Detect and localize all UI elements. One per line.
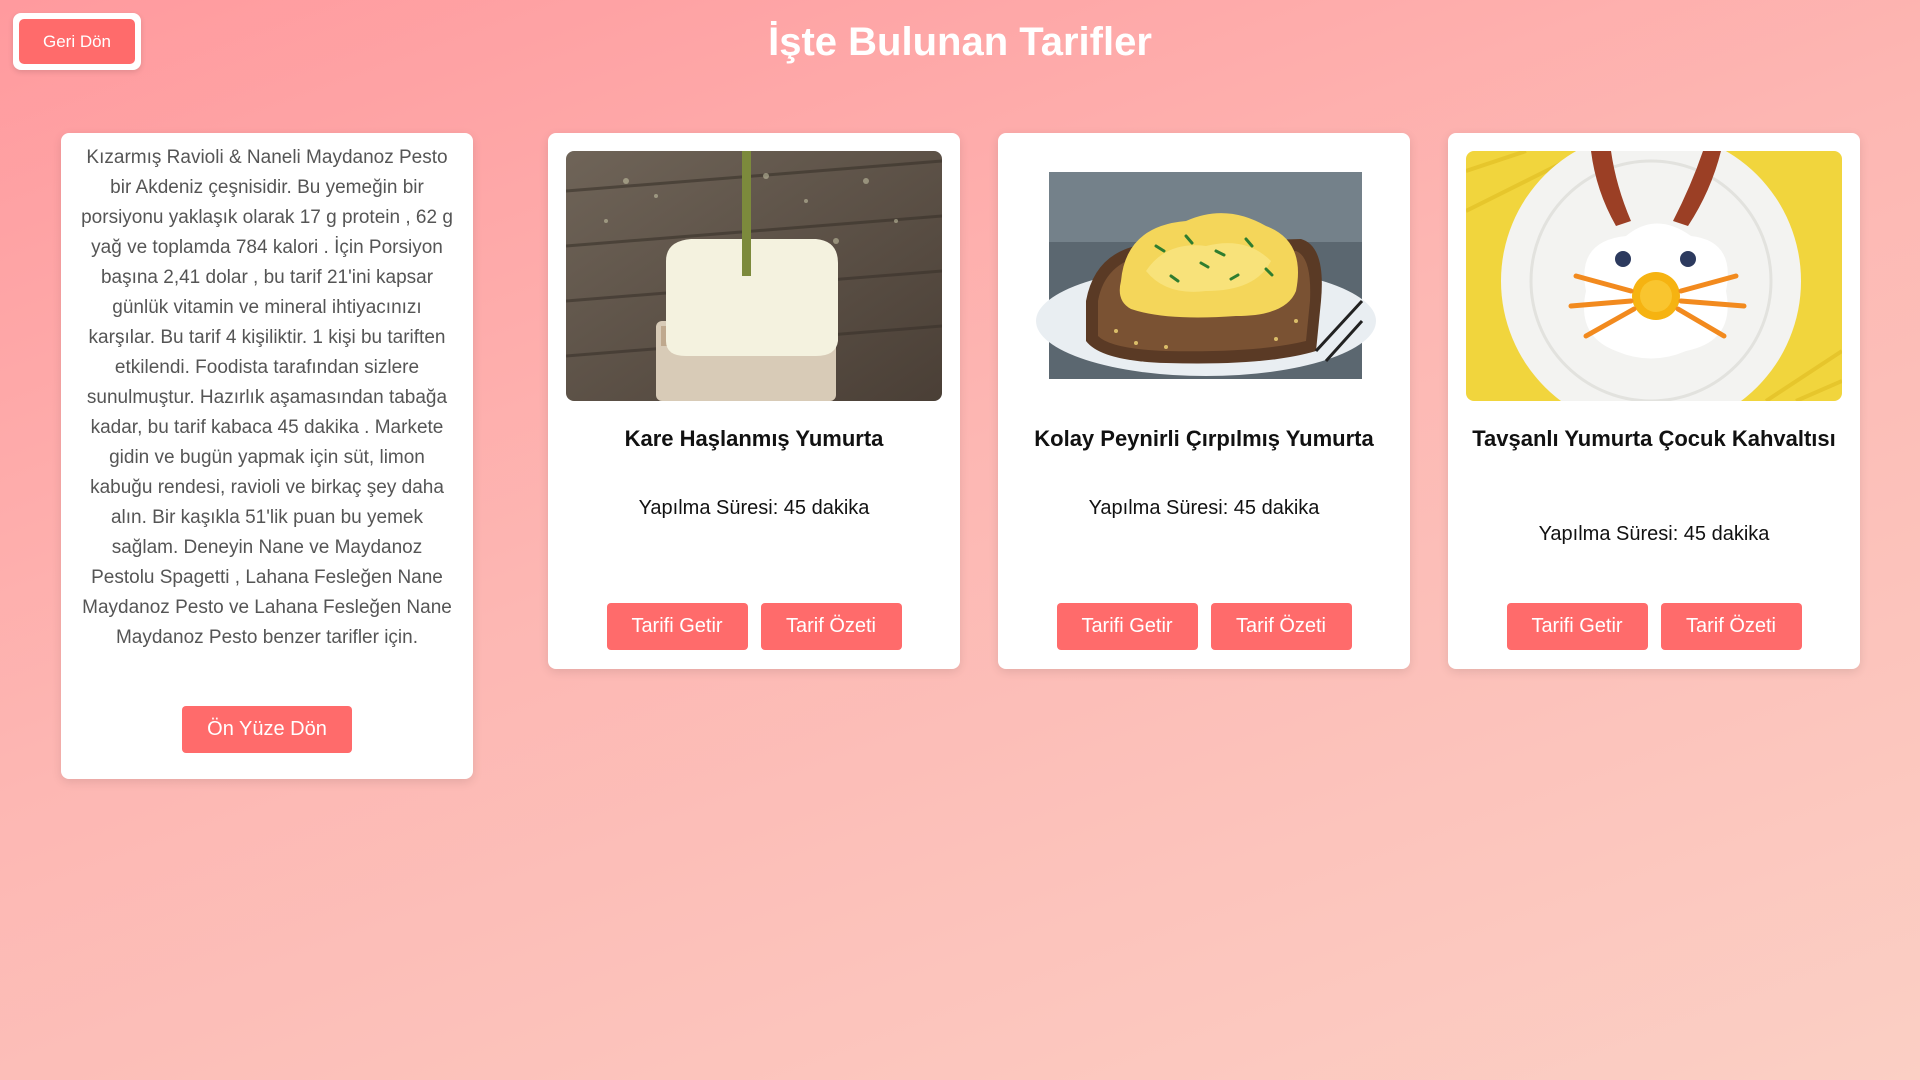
recipe-title: Tavşanlı Yumurta Çocuk Kahvaltısı <box>1472 426 1836 451</box>
recipe-time: Yapılma Süresi: 45 dakika <box>638 497 870 519</box>
recipe-card: Kare Haşlanmış Yumurta Yapılma Süresi: 4… <box>548 133 960 669</box>
recipe-image <box>566 151 942 401</box>
recipe-title: Kolay Peynirli Çırpılmış Yumurta <box>1034 426 1374 451</box>
recipe-summary-card: Kızarmış Ravioli & Naneli Maydanoz Pesto… <box>61 133 473 779</box>
get-recipe-button[interactable]: Tarifi Getir <box>1056 603 1198 650</box>
recipe-actions: Tarifi Getir Tarif Özeti <box>548 603 960 650</box>
front-side-button[interactable]: Ön Yüze Dön <box>182 706 352 753</box>
recipe-title: Kare Haşlanmış Yumurta <box>624 426 884 451</box>
recipe-card: Tavşanlı Yumurta Çocuk Kahvaltısı Yapılm… <box>1448 133 1860 669</box>
recipe-image <box>1016 151 1392 401</box>
recipe-actions: Tarifi Getir Tarif Özeti <box>1448 603 1860 650</box>
recipe-card: Kolay Peynirli Çırpılmış Yumurta Yapılma… <box>998 133 1410 669</box>
page-title: İşte Bulunan Tarifler <box>768 20 1152 64</box>
recipe-summary-button[interactable]: Tarif Özeti <box>760 603 902 650</box>
recipe-summary-button[interactable]: Tarif Özeti <box>1210 603 1352 650</box>
recipe-summary-text: Kızarmış Ravioli & Naneli Maydanoz Pesto… <box>81 147 453 648</box>
get-recipe-button[interactable]: Tarifi Getir <box>606 603 748 650</box>
recipe-time: Yapılma Süresi: 45 dakika <box>1088 497 1320 519</box>
get-recipe-button[interactable]: Tarifi Getir <box>1506 603 1648 650</box>
recipe-summary-button[interactable]: Tarif Özeti <box>1660 603 1802 650</box>
recipe-actions: Tarifi Getir Tarif Özeti <box>998 603 1410 650</box>
recipe-time: Yapılma Süresi: 45 dakika <box>1538 523 1770 545</box>
recipe-image <box>1466 151 1842 401</box>
